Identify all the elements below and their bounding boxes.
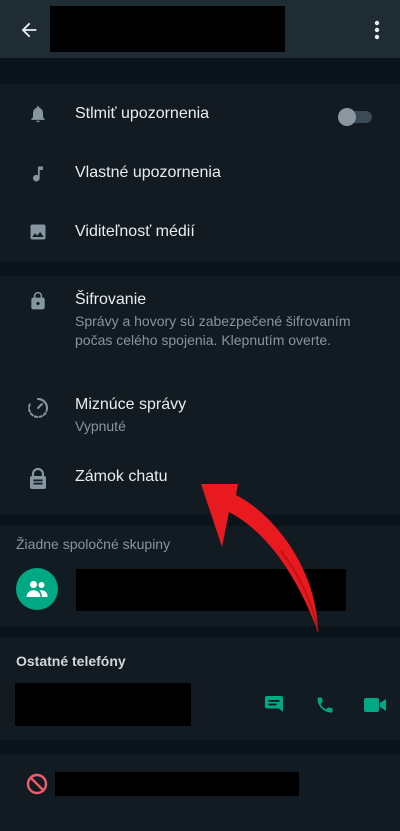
back-button[interactable]	[14, 15, 44, 45]
chat-lock-icon	[26, 467, 50, 491]
disappearing-messages-status: Vypnuté	[75, 418, 126, 434]
toggle-knob	[338, 108, 356, 126]
lock-icon	[26, 289, 50, 313]
phone-number-redacted	[15, 683, 191, 726]
notifications-section: Stlmiť upozornenia Vlastné upozornenia V…	[0, 84, 400, 262]
custom-notifications-row[interactable]: Vlastné upozornenia	[0, 144, 400, 203]
contact-name-redacted	[50, 6, 285, 52]
section-divider	[0, 262, 400, 276]
music-note-icon	[26, 162, 50, 186]
top-app-bar	[0, 0, 400, 58]
encryption-description: Správy a hovory sú zabezpečené šifrovaní…	[75, 313, 351, 348]
block-icon	[26, 773, 48, 795]
group-avatar[interactable]	[16, 568, 58, 610]
block-button[interactable]	[24, 771, 50, 797]
group-icon	[26, 580, 48, 597]
video-icon	[364, 698, 386, 712]
message-icon	[265, 696, 283, 712]
more-vertical-icon	[374, 20, 380, 40]
mute-notifications-toggle[interactable]	[338, 108, 372, 126]
more-options-button[interactable]	[364, 15, 390, 45]
call-button[interactable]	[312, 692, 338, 718]
group-name-redacted	[76, 569, 346, 611]
no-common-groups-label: Žiadne spoločné skupiny	[16, 536, 171, 552]
phone-icon	[317, 697, 333, 713]
encryption-row[interactable]: Šifrovanie Správy a hovory sú zabezpečen…	[0, 276, 400, 376]
contact-info-screen: Stlmiť upozornenia Vlastné upozornenia V…	[0, 0, 400, 831]
arrow-left-icon	[21, 22, 37, 38]
video-call-button[interactable]	[362, 692, 388, 718]
disappearing-messages-row[interactable]: Miznúce správy Vypnuté	[0, 376, 400, 448]
custom-notifications-label: Vlastné upozornenia	[75, 164, 221, 181]
chat-lock-title: Zámok chatu	[75, 468, 168, 485]
message-button[interactable]	[261, 692, 287, 718]
section-divider	[0, 58, 400, 84]
disappearing-messages-title: Miznúce správy	[75, 396, 187, 413]
encryption-title: Šifrovanie	[75, 291, 147, 308]
section-divider	[0, 514, 400, 526]
block-contact-label-redacted	[55, 772, 299, 796]
privacy-section: Šifrovanie Správy a hovory sú zabezpečen…	[0, 276, 400, 514]
chat-lock-row[interactable]: Zámok chatu	[0, 448, 400, 514]
media-visibility-label: Viditeľnosť médií	[75, 223, 195, 240]
bell-icon	[26, 102, 50, 126]
mute-notifications-label: Stlmiť upozornenia	[75, 105, 210, 122]
section-divider	[0, 626, 400, 638]
other-phones-label: Ostatné telefóny	[16, 653, 126, 669]
section-divider	[0, 740, 400, 754]
media-visibility-row[interactable]: Viditeľnosť médií	[0, 203, 400, 262]
mute-notifications-row[interactable]: Stlmiť upozornenia	[0, 84, 400, 144]
image-icon	[26, 220, 50, 244]
timer-icon	[26, 396, 50, 420]
